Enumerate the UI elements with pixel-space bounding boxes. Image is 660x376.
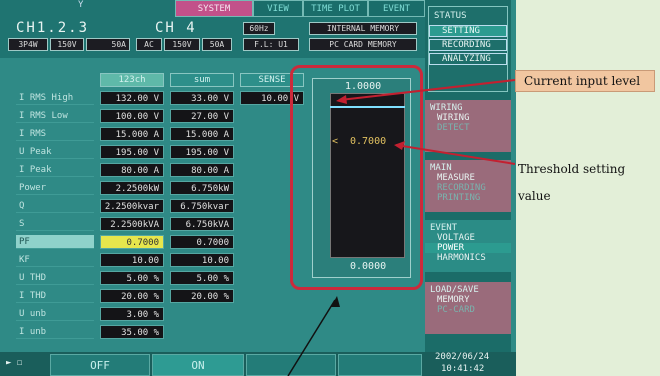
callout-input-level-text: Current input level — [524, 74, 641, 88]
callout-input-level: Current input level — [515, 70, 655, 92]
bottom-callout-line — [287, 299, 336, 376]
threshold-arrowhead — [394, 141, 405, 150]
callout-threshold-line2: value — [518, 189, 551, 203]
input-level-callout-line — [339, 79, 516, 101]
callout-lines — [287, 79, 516, 376]
threshold-callout-line — [395, 144, 516, 165]
input-level-arrowhead — [336, 95, 347, 104]
bottom-arrowhead — [331, 296, 340, 307]
callout-threshold-line1: Threshold setting — [518, 162, 626, 176]
